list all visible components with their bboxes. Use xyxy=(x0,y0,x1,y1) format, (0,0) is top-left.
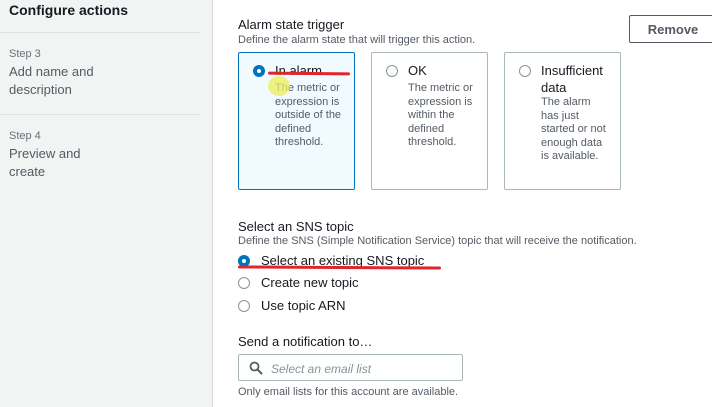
alarm-trigger-title: Alarm state trigger xyxy=(238,17,345,32)
tile-insufficient-data[interactable]: Insufficient data The alarm has just sta… xyxy=(504,52,621,190)
tile-ok-description: The metric or expression is within the d… xyxy=(408,82,473,148)
radio-insufficient-data[interactable] xyxy=(519,65,531,77)
radio-ok[interactable] xyxy=(386,65,398,77)
search-icon xyxy=(249,361,263,380)
create-new-topic-label[interactable]: Create new topic xyxy=(261,275,359,290)
red-underline-annotation xyxy=(237,265,442,270)
sidebar-step-3-number: Step 3 xyxy=(9,48,41,60)
use-topic-arn-label[interactable]: Use topic ARN xyxy=(261,298,346,313)
sidebar-divider xyxy=(0,114,200,115)
cursor-highlight xyxy=(268,76,290,96)
radio-use-topic-arn[interactable] xyxy=(238,300,250,312)
tile-insufficient-data-label: Insufficient data xyxy=(541,63,603,95)
remove-button[interactable]: Remove xyxy=(629,15,712,43)
sns-topic-title: Select an SNS topic xyxy=(238,219,354,234)
tile-in-alarm-label: In alarm xyxy=(275,63,322,78)
sidebar-step-3-link[interactable]: Add name and description xyxy=(9,63,119,99)
email-list-search[interactable] xyxy=(238,354,463,381)
sns-topic-description: Define the SNS (Simple Notification Serv… xyxy=(238,235,637,247)
tile-ok[interactable]: OK The metric or expression is within th… xyxy=(371,52,488,190)
sidebar-current-step-title: Configure actions xyxy=(9,2,129,18)
sidebar-divider xyxy=(0,32,200,33)
alarm-trigger-description: Define the alarm state that will trigger… xyxy=(238,34,476,46)
sidebar-step-4-link[interactable]: Preview and create xyxy=(9,145,119,181)
email-list-input[interactable] xyxy=(269,359,458,378)
email-list-hint: Only email lists for this account are av… xyxy=(238,386,459,398)
tile-insufficient-data-description: The alarm has just started or not enough… xyxy=(541,96,606,162)
sidebar-step-4-number: Step 4 xyxy=(9,130,41,142)
send-notification-title: Send a notification to… xyxy=(238,334,373,349)
wizard-sidebar: Configure actions Step 3 Add name and de… xyxy=(0,0,213,407)
tile-ok-label: OK xyxy=(408,63,427,78)
radio-in-alarm[interactable] xyxy=(253,65,265,77)
radio-create-new-topic[interactable] xyxy=(238,277,250,289)
